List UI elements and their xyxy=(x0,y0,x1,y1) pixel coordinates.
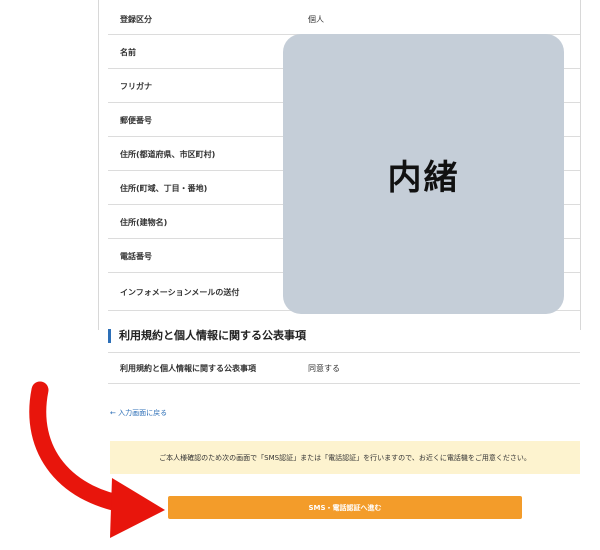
row-label: 名前 xyxy=(120,48,136,57)
row-label: 郵便番号 xyxy=(120,116,152,125)
content-frame-right xyxy=(580,0,581,330)
row-label: 電話番号 xyxy=(120,252,152,261)
red-arrow-icon xyxy=(29,381,165,538)
content-frame-left xyxy=(98,0,99,330)
sms-phone-auth-button[interactable]: SMS・電話認証へ進む xyxy=(168,496,522,519)
table-row: 登録区分 個人 xyxy=(108,0,580,35)
notice-text: ご本人様確認のため次の画面で「SMS認証」または「電話認証」を行いますので、お近… xyxy=(159,453,531,462)
row-label: フリガナ xyxy=(120,82,152,91)
row-label: 住所(都道府県、市区町村) xyxy=(120,150,216,159)
row-value: 個人 xyxy=(308,15,324,24)
row-label: 住所(建物名) xyxy=(120,218,168,227)
row-label: 住所(町域、丁目・番地) xyxy=(120,184,208,193)
row-label: 登録区分 xyxy=(120,15,152,24)
terms-label: 利用規約と個人情報に関する公表事項 xyxy=(120,364,256,373)
row-label: インフォメーションメールの送付 xyxy=(120,288,240,297)
mask-label: 内緒 xyxy=(387,157,460,198)
terms-value: 同意する xyxy=(308,364,340,373)
section-heading: 利用規約と個人情報に関する公表事項 xyxy=(108,329,306,343)
privacy-mask: 内緒 xyxy=(283,34,564,314)
sms-phone-auth-label: SMS・電話認証へ進む xyxy=(308,503,382,512)
